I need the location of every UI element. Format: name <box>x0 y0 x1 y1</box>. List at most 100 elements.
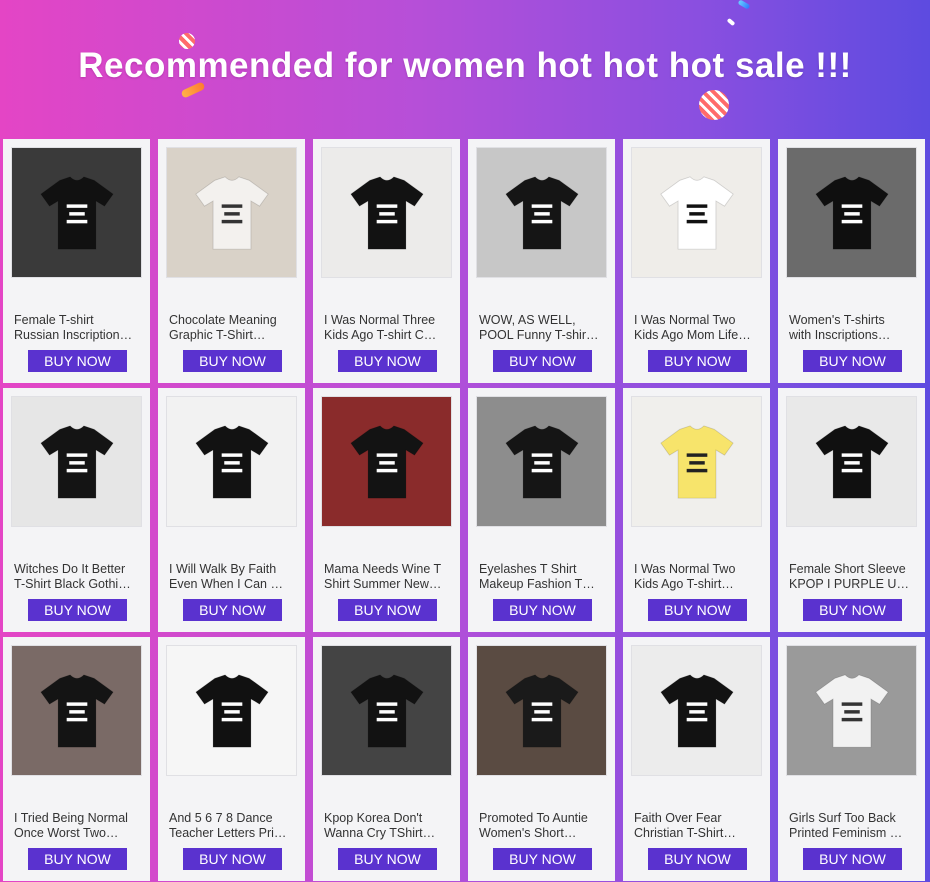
buy-now-button[interactable]: BUY NOW <box>183 350 282 372</box>
product-title-line: Russian Inscription… <box>14 328 133 342</box>
product-image[interactable] <box>321 147 452 278</box>
shirt-print-mark <box>376 452 397 457</box>
product-title-line: POOL Funny T-shir… <box>479 328 599 342</box>
product-title[interactable]: Chocolate Meaning Graphic T-Shirt… <box>169 313 297 345</box>
product-image[interactable] <box>786 147 917 278</box>
product-card[interactable]: I Tried Being Normal Once Worst Two… BUY N… <box>3 637 150 881</box>
page: Recommended for women hot hot hot sale !… <box>0 0 930 882</box>
buy-now-button[interactable]: BUY NOW <box>338 599 437 621</box>
buy-now-button[interactable]: BUY NOW <box>493 599 592 621</box>
product-card[interactable]: And 5 6 7 8 Dance Teacher Letters Pri… BUY… <box>158 637 305 881</box>
shirt-print-mark <box>533 211 550 216</box>
product-title-line: Kids Ago Mom Life… <box>634 328 751 342</box>
product-title[interactable]: Faith Over Fear Christian T-Shirt… <box>634 811 762 843</box>
product-title-line: And 5 6 7 8 Dance <box>169 811 273 825</box>
product-card[interactable]: I Will Walk By Faith Even When I Can … BUY… <box>158 388 305 632</box>
product-title[interactable]: Female T-shirt Russian Inscription… <box>14 313 142 345</box>
product-card[interactable]: I Was Normal Three Kids Ago T-shirt C… BUY… <box>313 139 460 383</box>
buy-now-button[interactable]: BUY NOW <box>803 350 902 372</box>
shirt-print-mark <box>66 219 87 223</box>
buy-now-button[interactable]: BUY NOW <box>28 350 127 372</box>
buy-now-button[interactable]: BUY NOW <box>648 599 747 621</box>
product-image[interactable] <box>321 645 452 776</box>
product-card[interactable]: Promoted To Auntie Women's Short… BUY NOW <box>468 637 615 881</box>
product-image[interactable] <box>786 645 917 776</box>
buy-now-button[interactable]: BUY NOW <box>28 599 127 621</box>
shirt-print-mark <box>221 452 242 457</box>
product-card[interactable]: Faith Over Fear Christian T-Shirt… BUY NOW <box>623 637 770 881</box>
shirt-print-mark <box>66 203 87 208</box>
product-image[interactable] <box>166 396 297 527</box>
product-image[interactable] <box>476 147 607 278</box>
product-title-line: Promoted To Auntie <box>479 811 588 825</box>
buy-now-button[interactable]: BUY NOW <box>803 848 902 870</box>
shirt-print-mark <box>686 717 707 721</box>
shirt-print-mark <box>66 717 87 721</box>
product-card[interactable]: Eyelashes T Shirt Makeup Fashion T… BUY NO… <box>468 388 615 632</box>
product-card[interactable]: Mama Needs Wine T Shirt Summer New… BUY NO… <box>313 388 460 632</box>
product-card[interactable]: Female Short Sleeve KPOP I PURPLE U… BUY N… <box>778 388 925 632</box>
shirt-print-mark <box>221 219 242 223</box>
product-title-line: Teacher Letters Pri… <box>169 826 287 840</box>
product-title[interactable]: I Was Normal Two Kids Ago Mom Life… <box>634 313 762 345</box>
product-title[interactable]: I Was Normal Two Kids Ago T-shirt… <box>634 562 762 594</box>
product-card[interactable]: Kpop Korea Don't Wanna Cry TShirt… BUY NOW <box>313 637 460 881</box>
product-title[interactable]: Girls Surf Too Back Printed Feminism … <box>789 811 917 843</box>
buy-now-button[interactable]: BUY NOW <box>493 350 592 372</box>
shirt-print-mark <box>378 460 395 465</box>
product-title[interactable]: Kpop Korea Don't Wanna Cry TShirt… <box>324 811 452 843</box>
tshirt-icon <box>194 424 269 499</box>
product-card[interactable]: Women's T-shirts with Inscriptions… BUY NO… <box>778 139 925 383</box>
product-card[interactable]: Chocolate Meaning Graphic T-Shirt… BUY NOW <box>158 139 305 383</box>
product-card[interactable]: Female T-shirt Russian Inscription… BUY NO… <box>3 139 150 383</box>
product-image[interactable] <box>631 147 762 278</box>
tshirt-icon <box>659 424 734 499</box>
product-card[interactable]: WOW, AS WELL, POOL Funny T-shir… BUY NOW <box>468 139 615 383</box>
product-title-line: Women's Short… <box>479 826 577 840</box>
product-title-line: Even When I Can … <box>169 577 283 591</box>
product-title[interactable]: Female Short Sleeve KPOP I PURPLE U… <box>789 562 917 594</box>
product-title[interactable]: Promoted To Auntie Women's Short… <box>479 811 607 843</box>
product-image[interactable] <box>631 396 762 527</box>
product-image[interactable] <box>786 396 917 527</box>
product-card[interactable]: I Was Normal Two Kids Ago T-shirt… BUY NOW <box>623 388 770 632</box>
product-image[interactable] <box>631 645 762 776</box>
buy-now-button[interactable]: BUY NOW <box>648 848 747 870</box>
product-card[interactable]: Girls Surf Too Back Printed Feminism … BUY… <box>778 637 925 881</box>
product-title[interactable]: Witches Do It Better T-Shirt Black Gothi… <box>14 562 142 594</box>
product-image[interactable] <box>476 396 607 527</box>
product-title[interactable]: And 5 6 7 8 Dance Teacher Letters Pri… <box>169 811 297 843</box>
product-image[interactable] <box>321 396 452 527</box>
product-title[interactable]: WOW, AS WELL, POOL Funny T-shir… <box>479 313 607 345</box>
shirt-print-mark <box>531 717 552 721</box>
buy-now-button[interactable]: BUY NOW <box>803 599 902 621</box>
buy-now-button[interactable]: BUY NOW <box>183 848 282 870</box>
buy-now-button[interactable]: BUY NOW <box>648 350 747 372</box>
buy-now-button[interactable]: BUY NOW <box>183 599 282 621</box>
product-image[interactable] <box>166 147 297 278</box>
product-image[interactable] <box>476 645 607 776</box>
product-title[interactable]: I Tried Being Normal Once Worst Two… <box>14 811 142 843</box>
shirt-print-mark <box>223 709 240 714</box>
product-card[interactable]: Witches Do It Better T-Shirt Black Gothi…… <box>3 388 150 632</box>
tshirt-icon <box>39 175 114 250</box>
product-title[interactable]: Women's T-shirts with Inscriptions… <box>789 313 917 345</box>
product-image[interactable] <box>11 396 142 527</box>
product-image[interactable] <box>11 645 142 776</box>
buy-now-button[interactable]: BUY NOW <box>338 350 437 372</box>
product-card[interactable]: I Was Normal Two Kids Ago Mom Life… BUY NO… <box>623 139 770 383</box>
buy-now-button[interactable]: BUY NOW <box>28 848 127 870</box>
tshirt-icon <box>194 175 269 250</box>
buy-now-button[interactable]: BUY NOW <box>338 848 437 870</box>
buy-now-button[interactable]: BUY NOW <box>493 848 592 870</box>
shirt-print-mark <box>686 219 707 223</box>
product-image[interactable] <box>166 645 297 776</box>
product-title[interactable]: I Will Walk By Faith Even When I Can … <box>169 562 297 594</box>
product-title-line: I Was Normal Three <box>324 313 436 327</box>
product-image[interactable] <box>11 147 142 278</box>
product-title[interactable]: Eyelashes T Shirt Makeup Fashion T… <box>479 562 607 594</box>
shirt-print-mark <box>841 203 862 208</box>
product-title-line: Wanna Cry TShirt… <box>324 826 436 840</box>
product-title[interactable]: I Was Normal Three Kids Ago T-shirt C… <box>324 313 452 345</box>
product-title[interactable]: Mama Needs Wine T Shirt Summer New… <box>324 562 452 594</box>
